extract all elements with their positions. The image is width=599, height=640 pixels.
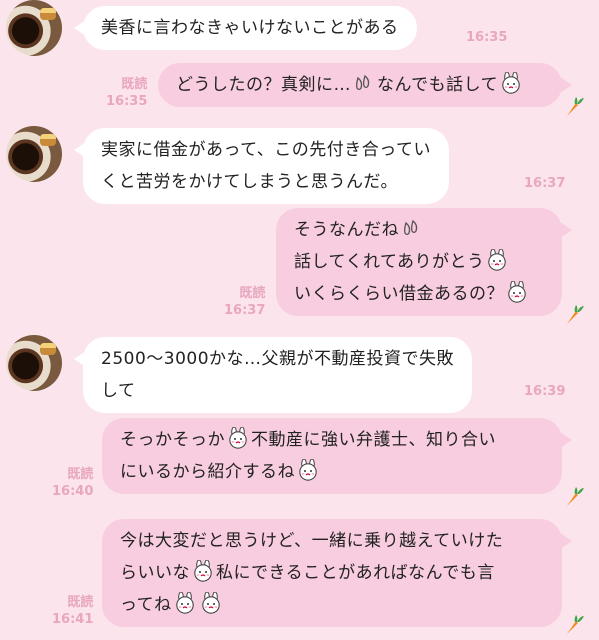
message-bubble-outgoing: どうしたの？真剣に… なんでも話して [158,63,572,107]
message-bubble-incoming: 実家に借金があって、この先付き合ってい くと苦労をかけてしまうと思うんだ。 [74,128,449,204]
avatar[interactable] [6,335,62,391]
read-status: 既読 16:37 [224,285,265,319]
sweat-drop-icon [353,72,375,94]
avatar[interactable] [6,126,62,182]
message-text: 美香に言わなきゃいけないことがある [101,18,399,38]
bunny-sticker-icon [227,427,249,449]
read-status: 既読 16:41 [52,594,93,628]
read-label: 既読 [239,286,266,301]
message-time: 16:35 [106,94,148,109]
bunny-sticker-icon [486,249,508,271]
message-text: 2500～3000かな…父親が不動産投資で失敗 [101,349,455,369]
read-label: 既読 [121,77,148,92]
message-time: 16:35 [466,30,508,45]
carrot-icon [563,96,585,118]
message-text: 不動産に強い弁護士、知り合い [251,430,496,450]
message-text: そうなんだね [294,220,399,240]
message-text: にいるから紹介するね [120,462,295,482]
message-text: して [101,381,136,401]
sweat-drop-icon [401,217,423,239]
message-text: そっかそっか [120,430,225,450]
message-text: 話してくれてありがとう [294,252,485,272]
avatar[interactable] [6,0,62,56]
bunny-sticker-icon [297,459,319,481]
message-text: 実家に借金があって、この先付き合ってい [101,140,431,160]
read-status: 既読 16:40 [52,466,93,500]
message-text: なんでも話して [377,75,499,95]
carrot-icon [563,486,585,508]
message-text: くと苦労をかけてしまうと思うんだ。 [101,172,398,192]
message-text: 私にできることがあればなんでも言 [216,563,495,583]
message-time: 16:40 [52,484,94,499]
message-bubble-incoming: 美香に言わなきゃいけないことがある [74,6,417,50]
read-label: 既読 [67,595,94,610]
bunny-sticker-icon [506,281,528,303]
message-bubble-outgoing: 今は大変だと思うけど、一緒に乗り越えていけた らいいな 私にできることがあればなん… [102,519,572,627]
read-label: 既読 [67,467,94,482]
message-text: 今は大変だと思うけど、一緒に乗り越えていけた [120,531,504,551]
bunny-sticker-icon [174,592,196,614]
message-text: どうしたの？真剣に… [176,75,351,95]
message-time: 16:37 [224,303,266,318]
message-bubble-incoming: 2500～3000かな…父親が不動産投資で失敗 して [73,337,473,413]
carrot-icon [563,614,585,636]
message-text: いくらくらい借金あるの？ [294,284,504,304]
bunny-sticker-icon [192,560,214,582]
bunny-sticker-icon [200,592,222,614]
message-text: らいいな [120,563,190,583]
message-bubble-outgoing: そうなんだね 話してくれてありがとう いくらくらい借金あるの？ [276,208,572,316]
message-time: 16:37 [524,176,566,191]
carrot-icon [563,304,585,326]
message-time: 16:41 [52,612,94,627]
read-status: 既読 16:35 [106,76,147,110]
message-text: ってね [120,595,172,615]
bunny-sticker-icon [500,72,522,94]
message-bubble-outgoing: そっかそっか 不動産に強い弁護士、知り合い にいるから紹介するね [102,418,572,494]
message-time: 16:39 [524,384,566,399]
